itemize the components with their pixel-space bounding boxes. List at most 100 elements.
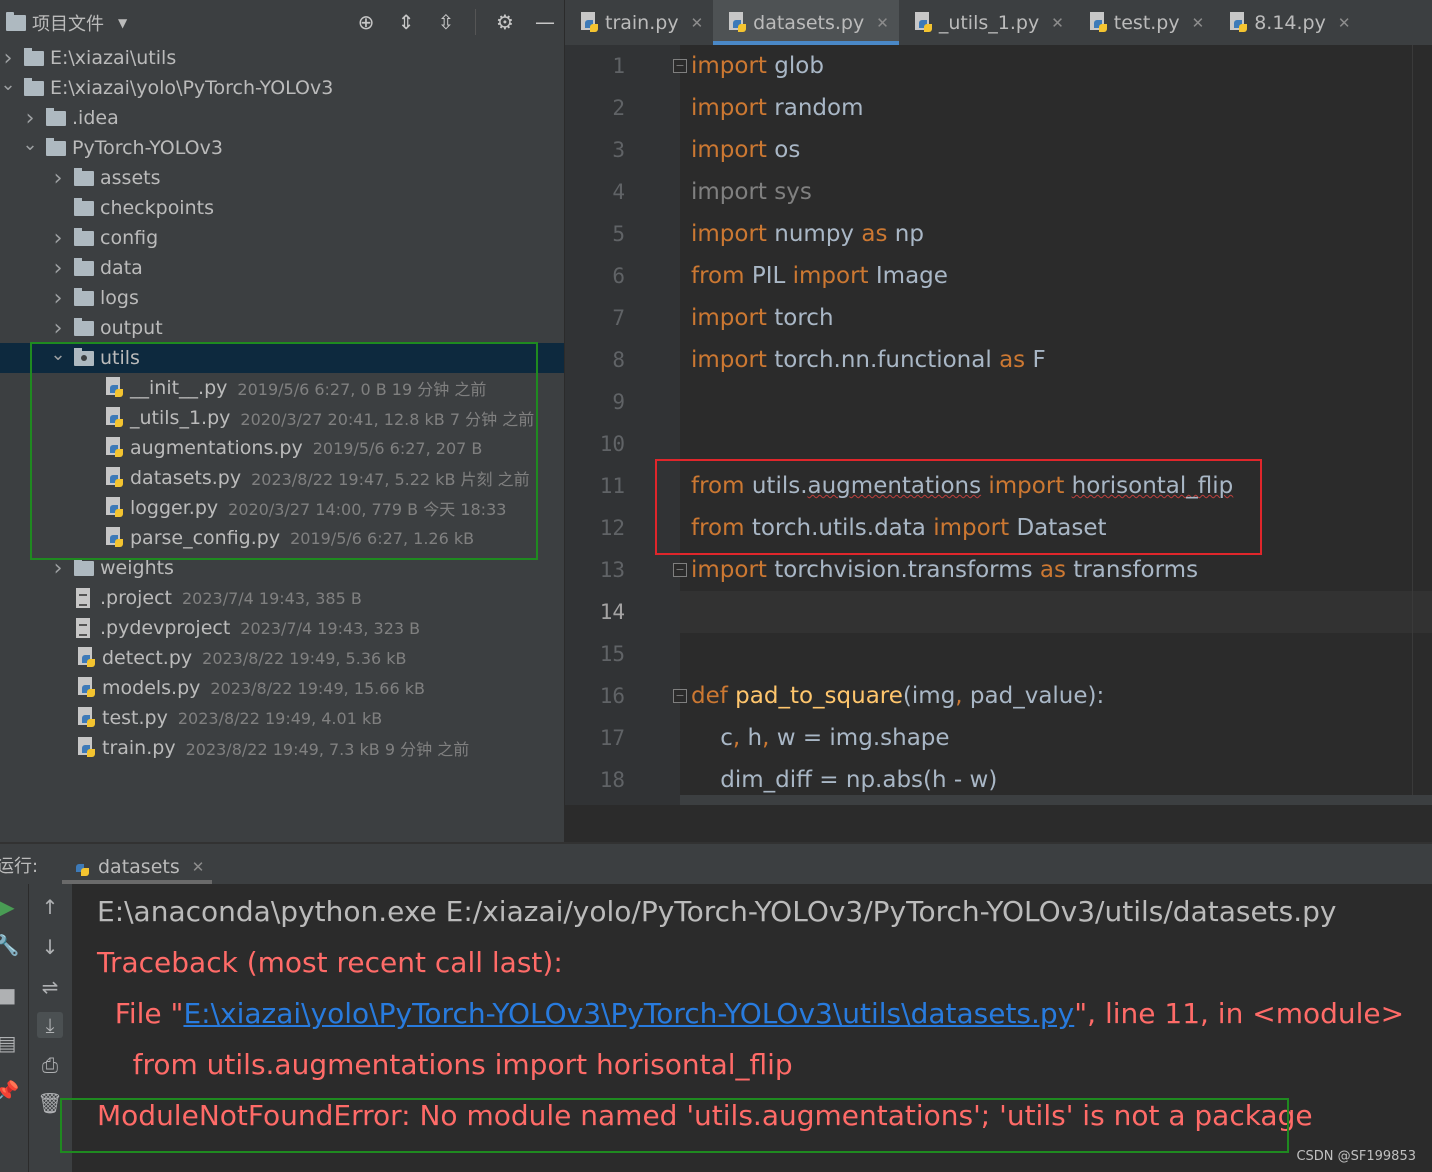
python-file-icon [104,437,124,459]
tree-item[interactable]: _utils_1.py 2020/3/27 20:41, 12.8 kB 7 分钟… [0,403,564,433]
fold-marker-icon[interactable]: − [673,59,687,73]
tree-item-meta: 2020/3/27 20:41, 12.8 kB 7 分钟 之前 [240,410,535,429]
tree-item[interactable]: › config [0,223,564,253]
scroll-to-end-icon[interactable]: ⤓ [37,1012,63,1038]
tree-item[interactable]: parse_config.py 2019/5/6 6:27, 1.26 kB [0,523,564,553]
code-token: as [1039,557,1066,583]
print-icon[interactable]: ⎙ [37,1052,63,1078]
tree-item[interactable]: ⌄ utils [0,343,564,373]
close-icon[interactable]: ✕ [192,858,205,876]
tree-item[interactable]: › .idea [0,103,564,133]
arrow-up-icon[interactable]: ↑ [37,894,63,920]
chevron-down-icon[interactable]: ⌄ [0,74,16,95]
code-editor[interactable]: 1 2 3 4 5 6 7 8 9 10 11 12 13 14 15 16 17 18 import glob i… [565,45,1432,805]
gear-icon[interactable]: ⚙ [494,8,516,36]
pin-icon[interactable]: 📌 [0,1078,20,1104]
tree-item[interactable]: models.py 2023/8/22 19:49, 15.66 kB [0,673,564,703]
expand-all-icon[interactable]: ⇕ [395,8,417,36]
run-tab-datasets[interactable]: datasets ✕ [62,850,213,884]
tree-item[interactable]: .pydevproject 2023/7/4 19:43, 323 B [0,613,564,643]
tree-item[interactable]: augmentations.py 2019/5/6 6:27, 207 B [0,433,564,463]
rerun-icon[interactable]: ▶ [0,894,20,920]
tree-item[interactable]: checkpoints [0,193,564,223]
close-icon[interactable]: ✕ [1192,14,1205,32]
stop-icon[interactable]: ■ [0,982,20,1008]
close-icon[interactable]: ✕ [876,14,889,32]
chevron-right-icon[interactable]: › [0,46,16,71]
chevron-down-icon[interactable]: ⌄ [22,134,38,155]
run-console[interactable]: E:\anaconda\python.exe E:/xiazai/yolo/Py… [72,884,1432,1172]
line-number: 7 [612,306,625,330]
tree-item-label: output [100,317,163,339]
tab-datasets-py[interactable]: datasets.py ✕ [713,0,899,45]
tree-item[interactable]: datasets.py 2023/8/22 19:47, 5.22 kB 片刻 之… [0,463,564,493]
chevron-right-icon[interactable]: › [50,286,66,311]
python-file-icon [70,856,90,878]
chevron-right-icon[interactable]: › [50,256,66,281]
python-file-icon [76,707,96,729]
arrow-down-icon[interactable]: ↓ [37,934,63,960]
close-icon[interactable]: ✕ [691,14,704,32]
tab-8-14-py[interactable]: 8.14.py ✕ [1214,0,1361,45]
code-token: , [955,683,963,709]
code-token: torch.utils.data [744,515,934,541]
tree-item[interactable]: › data [0,253,564,283]
tree-item[interactable]: ⌄ PyTorch-YOLOv3 [0,133,564,163]
close-icon[interactable]: ✕ [1051,14,1064,32]
code-line: import glob [691,45,824,87]
chevron-right-icon[interactable]: › [50,226,66,251]
tree-item[interactable]: test.py 2023/8/22 19:49, 4.01 kB [0,703,564,733]
tree-item[interactable]: ⌄ E:\xiazai\yolo\PyTorch-YOLOv3 [0,73,564,103]
chevron-right-icon[interactable]: › [50,556,66,581]
tree-item-meta: 2023/8/22 19:49, 5.36 kB [202,648,407,668]
chevron-right-icon[interactable]: › [22,106,38,131]
close-icon[interactable]: ✕ [1338,14,1351,32]
hide-icon[interactable]: — [534,8,556,36]
project-view-selector[interactable]: 项目文件 ▼ [6,10,127,36]
fold-marker-icon[interactable]: − [673,563,687,577]
line-number: 3 [612,138,625,162]
code-token: import [933,515,1010,541]
folder-icon [74,287,94,306]
tab-test-py[interactable]: test.py ✕ [1073,0,1215,45]
tree-item-meta: 2019/5/6 6:27, 1.26 kB [290,528,475,548]
tree-item[interactable]: › logs [0,283,564,313]
tree-item[interactable]: __init__.py 2019/5/6 6:27, 0 B 19 分钟 之前 [0,373,564,403]
code-token: pad_value): [962,683,1105,709]
code-token: random [766,95,864,121]
wrench-icon[interactable]: 🔧 [0,932,20,958]
soft-wrap-icon[interactable]: ⇌ [37,974,63,1000]
tree-item[interactable]: detect.py 2023/8/22 19:49, 5.36 kB [0,643,564,673]
layout-icon[interactable]: ▤ [0,1030,20,1056]
collapse-all-icon[interactable]: ⇳ [435,8,457,36]
code-token: w = img.shape [769,725,950,751]
locate-icon[interactable]: ⊕ [355,8,377,36]
python-file-icon [913,11,933,34]
chevron-right-icon[interactable]: › [50,316,66,341]
file-path-link[interactable]: E:\xiazai\yolo\PyTorch-YOLOv3\PyTorch-YO… [183,997,1074,1030]
horizontal-scrollbar[interactable] [680,795,1432,805]
chevron-right-icon[interactable]: › [50,166,66,191]
tree-item[interactable]: › assets [0,163,564,193]
chevron-down-icon[interactable]: ⌄ [50,344,66,365]
fold-marker-icon[interactable]: − [673,689,687,703]
project-panel: 项目文件 ▼ ⊕ ⇕ ⇳ ⚙ — › E:\xiazai\utils ⌄ E:\xia… [0,0,564,842]
code-token: import [691,95,767,121]
tree-item-label: E:\xiazai\utils [50,47,177,69]
tree-item[interactable]: train.py 2023/8/22 19:49, 7.3 kB 9 分钟 之前 [0,733,564,763]
code-token: numpy [766,221,862,247]
tree-item[interactable]: › weights [0,553,564,583]
tree-item[interactable]: › output [0,313,564,343]
tab-train-py[interactable]: train.py ✕ [565,0,714,45]
code-token: from [691,263,745,289]
tab--utils-1-py[interactable]: _utils_1.py ✕ [898,0,1074,45]
tree-item-label: E:\xiazai\yolo\PyTorch-YOLOv3 [50,77,334,99]
tree-item-label: train.py [102,737,176,759]
tree-item[interactable]: › E:\xiazai\utils [0,43,564,73]
tree-item[interactable]: .project 2023/7/4 19:43, 385 B [0,583,564,613]
trash-icon[interactable]: 🗑 [37,1090,63,1116]
code-token: import [792,263,869,289]
tree-item[interactable]: logger.py 2020/3/27 14:00, 779 B 今天 18:33 [0,493,564,523]
tab-label: train.py [605,11,679,34]
